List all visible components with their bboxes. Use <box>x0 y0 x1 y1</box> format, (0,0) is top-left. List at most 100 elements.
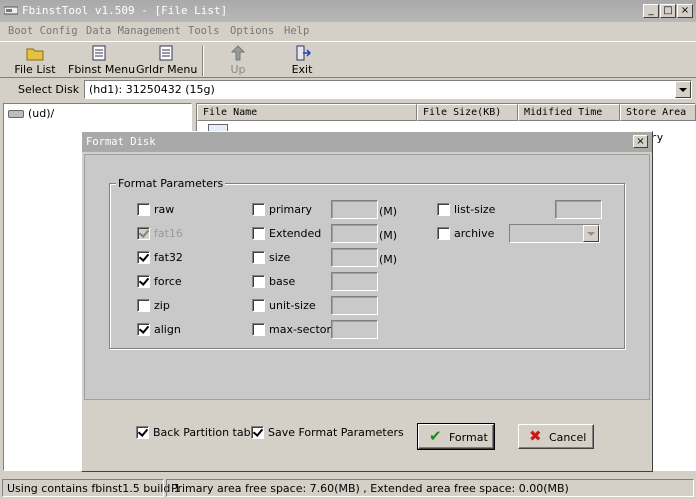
format-button[interactable]: ✔ Format <box>417 423 495 450</box>
checkmark-icon: ✔ <box>429 427 442 445</box>
column-file-size[interactable]: File Size(KB) <box>417 104 518 121</box>
status-bar: Using contains fbinst1.5 build 1 Primary… <box>0 477 696 499</box>
checkbox-label: zip <box>154 299 170 312</box>
unit-label: (M) <box>379 253 398 266</box>
file-list-label: File List <box>14 63 56 76</box>
checkbox-label: align <box>154 323 181 336</box>
cancel-button[interactable]: ✖ Cancel <box>518 424 594 449</box>
up-arrow-icon <box>230 45 246 61</box>
chevron-down-icon[interactable] <box>675 81 691 98</box>
select-disk-label: Select Disk <box>18 83 80 96</box>
checkbox-list-size[interactable] <box>437 203 450 216</box>
checkbox-label: Save Format Parameters <box>268 426 404 439</box>
checkbox-label: fat16 <box>154 227 183 240</box>
checkbox-fat16[interactable] <box>137 227 150 240</box>
primary-size-input[interactable] <box>331 200 378 219</box>
disk-select[interactable]: (hd1): 31250432 (15g) <box>84 80 692 99</box>
close-button[interactable]: × <box>677 4 693 18</box>
dialog-title-bar: Format Disk × <box>82 132 652 152</box>
format-disk-dialog: Format Disk × Format Parameters raw fat1… <box>81 131 653 472</box>
format-button-label: Format <box>449 431 488 444</box>
minimize-button[interactable]: _ <box>643 4 659 18</box>
checkbox-archive[interactable] <box>437 227 450 240</box>
column-file-name[interactable]: File Name <box>197 104 417 121</box>
archive-select[interactable] <box>509 224 600 243</box>
list-size-input[interactable] <box>555 200 602 219</box>
menu-data-management[interactable]: Data Management <box>86 25 181 37</box>
size-input[interactable] <box>331 248 378 267</box>
column-store-area[interactable]: Store Area <box>620 104 696 121</box>
checkbox-size[interactable] <box>252 251 265 264</box>
dialog-title: Format Disk <box>86 136 156 148</box>
checkbox-zip[interactable] <box>137 299 150 312</box>
grldr-menu-button[interactable]: Grldr Menu <box>136 44 198 78</box>
format-parameters-panel: Format Parameters raw fat16 fat32 force … <box>84 154 650 400</box>
base-input[interactable] <box>331 272 378 291</box>
exit-label: Exit <box>291 63 313 76</box>
exit-door-icon <box>296 45 311 61</box>
x-icon: ✖ <box>529 427 542 445</box>
toolbar: File List Fbinst Menu Grldr Menu Up Exit <box>0 41 696 78</box>
app-icon <box>4 6 18 15</box>
checkbox-max-sectors[interactable] <box>252 323 265 336</box>
document-icon <box>159 45 173 61</box>
menu-bar: Boot Config Data Management Tools Option… <box>0 22 696 41</box>
fbinst-menu-label: Fbinst Menu <box>68 63 136 76</box>
fbinst-menu-button[interactable]: Fbinst Menu <box>68 44 135 78</box>
checkbox-align[interactable] <box>137 323 150 336</box>
menu-boot-config[interactable]: Boot Config <box>8 25 78 37</box>
status-right: Primary area free space: 7.60(MB) , Exte… <box>166 479 694 497</box>
status-left: Using contains fbinst1.5 build 1 <box>2 479 181 497</box>
checkbox-label: Back Partition table <box>153 426 261 439</box>
maximize-button[interactable]: □ <box>660 4 676 18</box>
checkbox-label: max-sectors <box>269 323 337 336</box>
extended-size-input[interactable] <box>331 224 378 243</box>
document-icon <box>92 45 106 61</box>
toolbar-separator <box>202 46 204 76</box>
column-modified-time[interactable]: Midified Time <box>518 104 620 121</box>
checkbox-label: unit-size <box>269 299 316 312</box>
disk-bar: Select Disk (hd1): 31250432 (15g) <box>0 79 696 101</box>
up-button[interactable]: Up <box>224 44 252 78</box>
checkbox-raw[interactable] <box>137 203 150 216</box>
disk-select-value: (hd1): 31250432 (15g) <box>89 83 215 96</box>
checkbox-label: primary <box>269 203 313 216</box>
checkbox-primary[interactable] <box>252 203 265 216</box>
checkbox-base[interactable] <box>252 275 265 288</box>
folder-icon <box>26 48 44 61</box>
checkbox-label: fat32 <box>154 251 183 264</box>
dialog-footer: Back Partition table Save Format Paramet… <box>84 402 650 470</box>
tree-item-label: (ud)/ <box>28 107 55 120</box>
title-bar: FbinstTool v1.509 - [File List] _ □ × <box>0 0 696 22</box>
menu-options[interactable]: Options <box>230 25 274 37</box>
up-label: Up <box>230 63 246 76</box>
menu-help[interactable]: Help <box>284 25 309 37</box>
checkbox-unit-size[interactable] <box>252 299 265 312</box>
max-sectors-input[interactable] <box>331 320 378 339</box>
unit-label: (M) <box>379 229 398 242</box>
main-window: FbinstTool v1.509 - [File List] _ □ × Bo… <box>0 0 696 499</box>
checkbox-back-partition[interactable] <box>136 426 149 439</box>
exit-button[interactable]: Exit <box>288 44 316 78</box>
drive-icon <box>8 110 24 118</box>
unit-size-input[interactable] <box>331 296 378 315</box>
group-title: Format Parameters <box>116 177 226 190</box>
grldr-menu-label: Grldr Menu <box>136 63 198 76</box>
window-title: FbinstTool v1.509 - [File List] <box>22 4 228 17</box>
checkbox-save-params[interactable] <box>251 426 264 439</box>
checkbox-label: size <box>269 251 291 264</box>
checkbox-label: list-size <box>454 203 496 216</box>
checkbox-force[interactable] <box>137 275 150 288</box>
unit-label: (M) <box>379 205 398 218</box>
checkbox-extended[interactable] <box>252 227 265 240</box>
checkbox-label: archive <box>454 227 495 240</box>
dialog-close-button[interactable]: × <box>633 135 648 148</box>
checkbox-label: force <box>154 275 182 288</box>
checkbox-label: Extended <box>269 227 322 240</box>
menu-tools[interactable]: Tools <box>188 25 220 37</box>
file-list-button[interactable]: File List <box>14 44 56 78</box>
checkbox-fat32[interactable] <box>137 251 150 264</box>
chevron-down-icon[interactable] <box>583 225 599 242</box>
checkbox-label: raw <box>154 203 175 216</box>
tree-item-root[interactable]: (ud)/ <box>8 107 54 120</box>
